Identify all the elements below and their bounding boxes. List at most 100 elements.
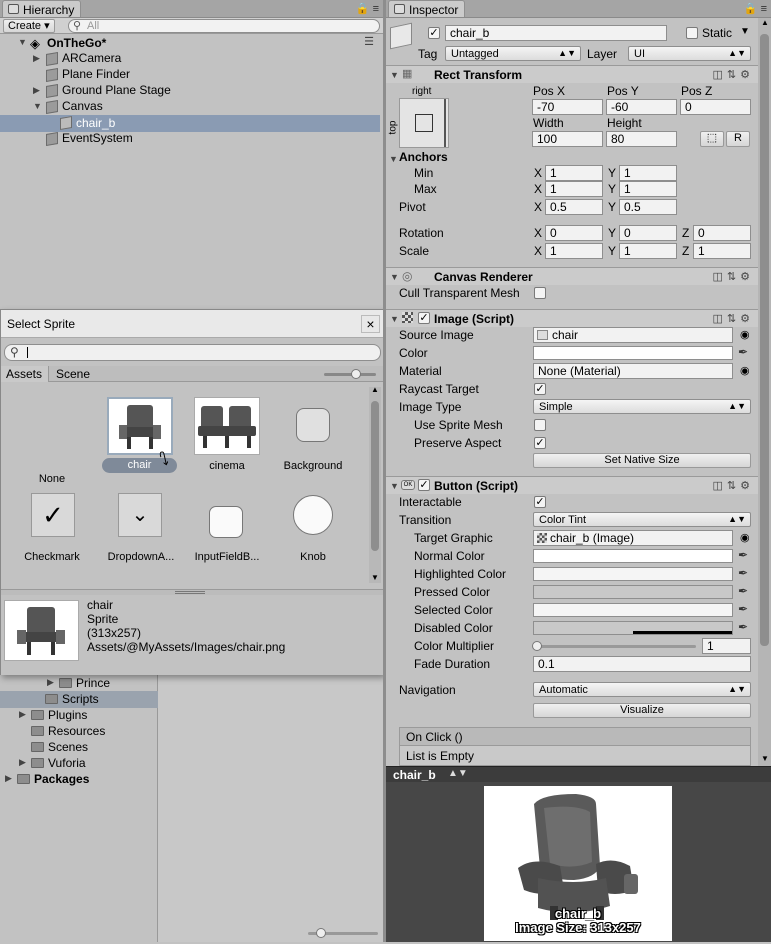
component-menu-icons[interactable]: ◫⇅⚙ (713, 312, 754, 325)
scene-menu-icon[interactable]: ☰ (364, 35, 374, 48)
layer-dropdown[interactable]: UI ▲▼ (628, 46, 751, 61)
scroll-up-icon[interactable]: ▲ (761, 18, 769, 27)
expand-arrow-icon[interactable]: ▶ (5, 773, 12, 784)
pivot-y-field[interactable]: 0.5 (619, 199, 677, 215)
image-component-header[interactable]: ▼ ✓ Image (Script) ◫⇅⚙ (386, 309, 758, 327)
target-graphic-field[interactable]: chair_b (Image) (533, 530, 733, 546)
preview-dropdown-icon[interactable]: ▲▼ (448, 768, 468, 779)
pressed-color-swatch[interactable] (533, 585, 733, 599)
navigation-dropdown[interactable]: Automatic ▲▼ (533, 682, 751, 697)
color-swatch[interactable] (533, 346, 733, 360)
scrollbar-thumb[interactable] (760, 34, 769, 646)
component-menu-icons[interactable]: ◫⇅⚙ (713, 479, 754, 492)
normal-color-swatch[interactable] (533, 549, 733, 563)
interactable-checkbox[interactable]: ✓ (534, 496, 546, 508)
sprite-search-input[interactable]: ⚲ (4, 344, 381, 361)
sprite-chair-selected[interactable]: chair ⭛ (101, 397, 177, 477)
eyedropper-icon[interactable]: ✒ (738, 548, 748, 562)
expand-arrow-icon[interactable]: ▶ (33, 85, 40, 96)
zoom-slider[interactable] (308, 928, 378, 938)
eyedropper-icon[interactable]: ✒ (738, 584, 748, 598)
canvas-renderer-header[interactable]: ▼ ◎ Canvas Renderer ◫⇅⚙ (386, 267, 758, 285)
scene-row[interactable]: ▼ ◈ OnTheGo* ☰ (0, 35, 380, 51)
project-folder[interactable]: ▶ Vuforia (0, 755, 158, 771)
anchor-min-x-field[interactable]: 1 (545, 165, 603, 181)
blueprint-mode-button[interactable]: ⬚ (700, 131, 724, 147)
project-folder-selected[interactable]: Scripts (0, 691, 158, 708)
rotation-y-field[interactable]: 0 (619, 225, 677, 241)
hierarchy-item-selected[interactable]: chair_b (0, 115, 380, 132)
anchor-max-x-field[interactable]: 1 (545, 181, 603, 197)
active-checkbox[interactable]: ✓ (428, 27, 440, 39)
rect-transform-header[interactable]: ▼ ▦ Rect Transform ◫⇅⚙ (386, 65, 758, 83)
raycast-checkbox[interactable]: ✓ (534, 383, 546, 395)
scroll-down-icon[interactable]: ▼ (371, 573, 379, 582)
tab-assets[interactable]: Assets (1, 366, 49, 382)
sprite-cinema[interactable]: cinema (189, 397, 265, 477)
tab-scene[interactable]: Scene (50, 366, 98, 382)
pos-x-field[interactable]: -70 (532, 99, 603, 115)
collapse-arrow-icon[interactable]: ▼ (390, 272, 399, 282)
set-native-size-button[interactable]: Set Native Size (533, 453, 751, 468)
thumb-size-slider-thumb[interactable] (351, 369, 361, 379)
rotation-x-field[interactable]: 0 (545, 225, 603, 241)
collapse-arrow-icon[interactable]: ▼ (390, 70, 399, 80)
material-field[interactable]: None (Material) (533, 363, 733, 379)
cull-checkbox[interactable] (534, 287, 546, 299)
sprite-dropdown-arrow[interactable]: ⌄ DropdownA... (101, 493, 181, 573)
hierarchy-item[interactable]: EventSystem (0, 131, 380, 147)
collapse-arrow-icon[interactable]: ▼ (390, 314, 399, 324)
hierarchy-item[interactable]: Plane Finder (0, 67, 380, 83)
lock-icon[interactable]: 🔒 ≡ (744, 2, 767, 15)
static-checkbox[interactable] (686, 27, 698, 39)
collapse-arrow-icon[interactable]: ▼ (390, 481, 399, 491)
project-folder[interactable]: Resources (0, 723, 158, 739)
scroll-down-icon[interactable]: ▼ (761, 754, 769, 763)
object-picker-icon[interactable]: ◉ (740, 364, 750, 377)
lock-icon[interactable]: 🔒 ≡ (356, 2, 379, 15)
create-button[interactable]: Create ▾ (3, 19, 55, 33)
pivot-x-field[interactable]: 0.5 (545, 199, 603, 215)
expand-arrow-icon[interactable]: ▼ (18, 37, 27, 47)
highlighted-color-swatch[interactable] (533, 567, 733, 581)
sprite-checkmark[interactable]: ✓ Checkmark (12, 493, 92, 573)
project-folder[interactable]: Scenes (0, 739, 158, 755)
scale-x-field[interactable]: 1 (545, 243, 603, 259)
preserve-aspect-checkbox[interactable]: ✓ (534, 437, 546, 449)
image-enabled-checkbox[interactable]: ✓ (418, 312, 430, 324)
selected-color-swatch[interactable] (533, 603, 733, 617)
anchor-min-y-field[interactable]: 1 (619, 165, 677, 181)
zoom-slider-thumb[interactable] (316, 928, 326, 938)
expand-arrow-icon[interactable]: ▶ (19, 709, 26, 720)
close-button[interactable]: × (361, 315, 380, 333)
height-field[interactable]: 80 (606, 131, 677, 147)
sprite-none[interactable]: None (12, 397, 92, 485)
hierarchy-search-input[interactable]: ⚲ All (68, 19, 380, 33)
inspector-tab[interactable]: Inspector (388, 0, 466, 17)
pos-y-field[interactable]: -60 (606, 99, 677, 115)
width-field[interactable]: 100 (532, 131, 603, 147)
scale-z-field[interactable]: 1 (693, 243, 751, 259)
color-multiplier-thumb[interactable] (532, 641, 542, 651)
sprite-background[interactable]: Background (273, 397, 353, 477)
inspector-scrollbar[interactable]: ▲ ▼ (758, 18, 771, 766)
anchor-max-y-field[interactable]: 1 (619, 181, 677, 197)
anchor-preset-button[interactable] (399, 98, 449, 148)
expand-arrow-icon[interactable]: ▶ (33, 53, 40, 64)
pos-z-field[interactable]: 0 (680, 99, 751, 115)
sprite-grid-scrollbar[interactable]: ▲ ▼ (369, 385, 381, 583)
scroll-up-icon[interactable]: ▲ (371, 385, 379, 394)
anchors-collapse-icon[interactable]: ▼ (389, 154, 398, 164)
color-multiplier-slider[interactable] (532, 641, 696, 651)
color-multiplier-field[interactable]: 1 (702, 638, 751, 654)
collapse-arrow-icon[interactable]: ▼ (33, 101, 42, 111)
image-type-dropdown[interactable]: Simple ▲▼ (533, 399, 751, 414)
source-image-field[interactable]: chair (533, 327, 733, 343)
button-enabled-checkbox[interactable]: ✓ (418, 479, 430, 491)
sprite-knob[interactable]: Knob (273, 493, 353, 573)
sprite-inputfield-background[interactable]: InputFieldB... (187, 493, 267, 573)
disabled-color-swatch[interactable] (533, 621, 733, 635)
fade-duration-field[interactable]: 0.1 (533, 656, 751, 672)
transition-dropdown[interactable]: Color Tint ▲▼ (533, 512, 751, 527)
rotation-z-field[interactable]: 0 (693, 225, 751, 241)
